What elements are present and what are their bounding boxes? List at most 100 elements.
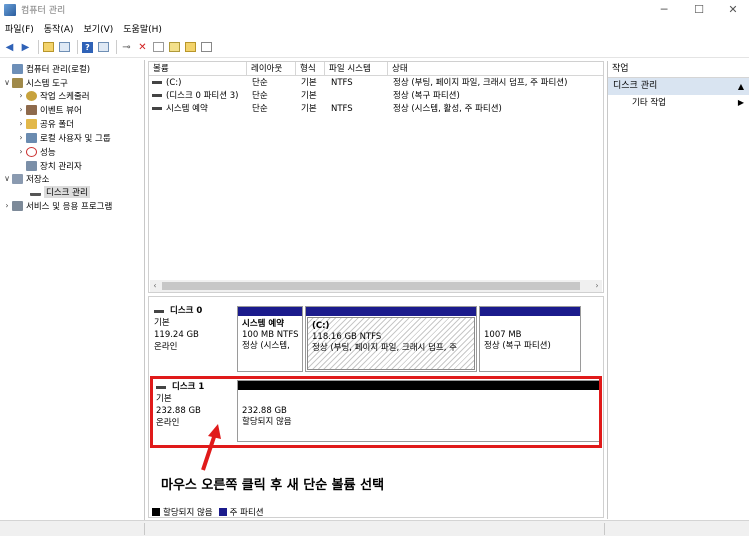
toolbar-separator <box>77 40 78 54</box>
actions-section-disk-management[interactable]: 디스크 관리 ▲ <box>608 78 749 95</box>
table-row[interactable]: 시스템 예약 단순 기본 NTFS 정상 (시스템, 활성, 주 파티션) <box>149 103 603 116</box>
tree-item-device-manager[interactable]: 장치 관리자 <box>16 159 82 172</box>
column-header-status[interactable]: 상태 <box>388 62 603 76</box>
system-tools-icon <box>12 77 23 88</box>
status-bar <box>0 520 749 536</box>
column-header-filesystem[interactable]: 파일 시스템 <box>325 62 388 76</box>
tree-item-label: 공유 폴더 <box>40 119 74 130</box>
disk-icon <box>154 309 164 313</box>
storage-icon <box>12 173 23 184</box>
expand-arrow-icon[interactable]: › <box>16 105 26 114</box>
column-header-layout[interactable]: 레이아웃 <box>247 62 296 76</box>
action-more-actions[interactable]: 기타 작업 ▶ <box>608 95 749 111</box>
view-list-icon[interactable] <box>200 41 213 54</box>
actions-panel: 작업 디스크 관리 ▲ 기타 작업 ▶ <box>607 61 749 519</box>
disk-size: 119.24 GB <box>154 330 199 340</box>
volume-name: 시스템 예약 <box>166 104 208 114</box>
volume-list-header: 볼륨 레이아웃 형식 파일 시스템 상태 <box>149 62 603 76</box>
tree-item-performance[interactable]: › 성능 <box>16 145 56 158</box>
partition-c-drive[interactable]: (C:) 118.16 GB NTFS 정상 (부팅, 페이지 파일, 크래시 … <box>305 306 477 372</box>
menu-action[interactable]: 동작(A) <box>44 22 74 35</box>
window-title: 컴퓨터 관리 <box>21 6 66 16</box>
collapse-arrow-icon[interactable]: ∨ <box>2 174 12 183</box>
tree-item-storage[interactable]: ∨ 저장소 <box>2 172 49 185</box>
up-folder-icon[interactable] <box>42 41 55 54</box>
delete-icon[interactable]: ✕ <box>136 41 149 54</box>
expand-arrow-icon[interactable]: › <box>16 119 26 128</box>
tree-item-label: 디스크 관리 <box>44 185 90 198</box>
volume-type: 기본 <box>301 104 317 114</box>
scrollbar-thumb[interactable] <box>162 282 580 290</box>
toolbar: ◀ ▶ ? ⊸ ✕ <box>0 37 749 58</box>
maximize-icon[interactable]: ☐ <box>692 2 706 16</box>
disk-0-label[interactable]: 디스크 0 기본 119.24 GB 온라인 <box>149 305 234 353</box>
expand-arrow-icon[interactable]: › <box>16 91 26 100</box>
toolbar-separator <box>116 40 117 54</box>
tree-item-task-scheduler[interactable]: › 작업 스케줄러 <box>16 89 90 102</box>
connect-icon[interactable]: ⊸ <box>120 41 133 54</box>
expand-arrow-icon[interactable]: › <box>16 133 26 142</box>
actions-header: 작업 <box>608 61 749 78</box>
volume-status: 정상 (시스템, 활성, 주 파티션) <box>393 104 502 114</box>
section-label: 디스크 관리 <box>613 81 658 91</box>
tree-item-label: 저장소 <box>26 174 50 185</box>
volume-icon <box>152 94 162 97</box>
export-icon[interactable] <box>168 41 181 54</box>
collapse-arrow-icon[interactable]: ∨ <box>2 78 12 87</box>
help-icon[interactable]: ? <box>81 41 94 54</box>
tree-item-disk-management[interactable]: 디스크 관리 <box>20 185 90 198</box>
properties-icon[interactable] <box>97 41 110 54</box>
minimize-icon[interactable]: ─ <box>657 2 671 16</box>
show-hide-tree-icon[interactable] <box>58 41 71 54</box>
volume-name: (C:) <box>166 78 182 88</box>
table-row[interactable]: (C:) 단순 기본 NTFS 정상 (부팅, 페이지 파일, 크래시 덤프, … <box>149 77 603 90</box>
partition-name: 시스템 예약 <box>242 319 285 329</box>
partition-system-reserved[interactable]: 시스템 예약 100 MB NTFS 정상 (시스템, <box>237 306 303 372</box>
forward-arrow-icon[interactable]: ▶ <box>19 41 32 54</box>
tree-item-services-applications[interactable]: › 서비스 및 응용 프로그램 <box>2 199 112 212</box>
column-header-type[interactable]: 형식 <box>296 62 325 76</box>
tree-item-local-users[interactable]: › 로컬 사용자 및 그룹 <box>16 131 111 144</box>
tree-item-event-viewer[interactable]: › 이벤트 뷰어 <box>16 103 82 116</box>
tree-item-shared-folders[interactable]: › 공유 폴더 <box>16 117 74 130</box>
tree-item-computer-management[interactable]: 컴퓨터 관리(로컬) <box>2 62 90 75</box>
expand-arrow-icon[interactable]: › <box>2 201 12 210</box>
folder-icon <box>26 118 37 129</box>
menu-file[interactable]: 파일(F) <box>5 22 34 35</box>
disk-name: 디스크 0 <box>170 306 203 316</box>
status-segment <box>145 523 605 535</box>
menu-view[interactable]: 보기(V) <box>84 22 114 35</box>
collapse-up-icon[interactable]: ▲ <box>738 78 744 95</box>
disk-state: 온라인 <box>154 342 178 352</box>
expand-arrow-icon[interactable]: › <box>16 147 26 156</box>
legend-label: 주 파티션 <box>229 507 264 518</box>
disk-kind: 기본 <box>154 318 170 328</box>
scroll-left-icon[interactable]: ‹ <box>150 280 160 292</box>
tree-item-label: 성능 <box>40 147 56 158</box>
partition-size: 118.16 GB NTFS <box>312 332 382 342</box>
tree-item-label: 로컬 사용자 및 그룹 <box>40 133 111 144</box>
column-header-volume[interactable]: 볼륨 <box>149 62 247 76</box>
partition-status: 정상 (복구 파티션) <box>484 341 551 351</box>
table-row[interactable]: (디스크 0 파티션 3) 단순 기본 정상 (복구 파티션) <box>149 90 603 103</box>
instruction-annotation: 마우스 오른쪽 클릭 후 새 단순 볼륨 선택 <box>161 478 385 493</box>
computer-management-icon <box>12 63 23 74</box>
back-arrow-icon[interactable]: ◀ <box>3 41 16 54</box>
scroll-right-icon[interactable]: › <box>592 280 602 292</box>
volume-status: 정상 (부팅, 페이지 파일, 크래시 덤프, 주 파티션) <box>393 78 568 88</box>
clock-icon <box>26 90 37 101</box>
checklist-icon[interactable] <box>152 41 165 54</box>
menu-help[interactable]: 도움말(H) <box>123 22 162 35</box>
tree-item-system-tools[interactable]: ∨ 시스템 도구 <box>2 76 68 89</box>
close-icon[interactable]: ✕ <box>726 2 740 16</box>
search-icon[interactable] <box>184 41 197 54</box>
volume-layout: 단순 <box>252 78 268 88</box>
primary-partition-bar <box>238 307 302 316</box>
partition-name: (C:) <box>312 321 330 331</box>
volume-icon <box>152 81 162 84</box>
partition-recovery[interactable]: 1007 MB 정상 (복구 파티션) <box>479 306 581 372</box>
horizontal-scrollbar[interactable]: ‹ › <box>150 280 602 292</box>
no-entry-icon <box>26 146 37 157</box>
tree-item-label: 이벤트 뷰어 <box>40 105 82 116</box>
legend-swatch-primary <box>218 507 227 516</box>
